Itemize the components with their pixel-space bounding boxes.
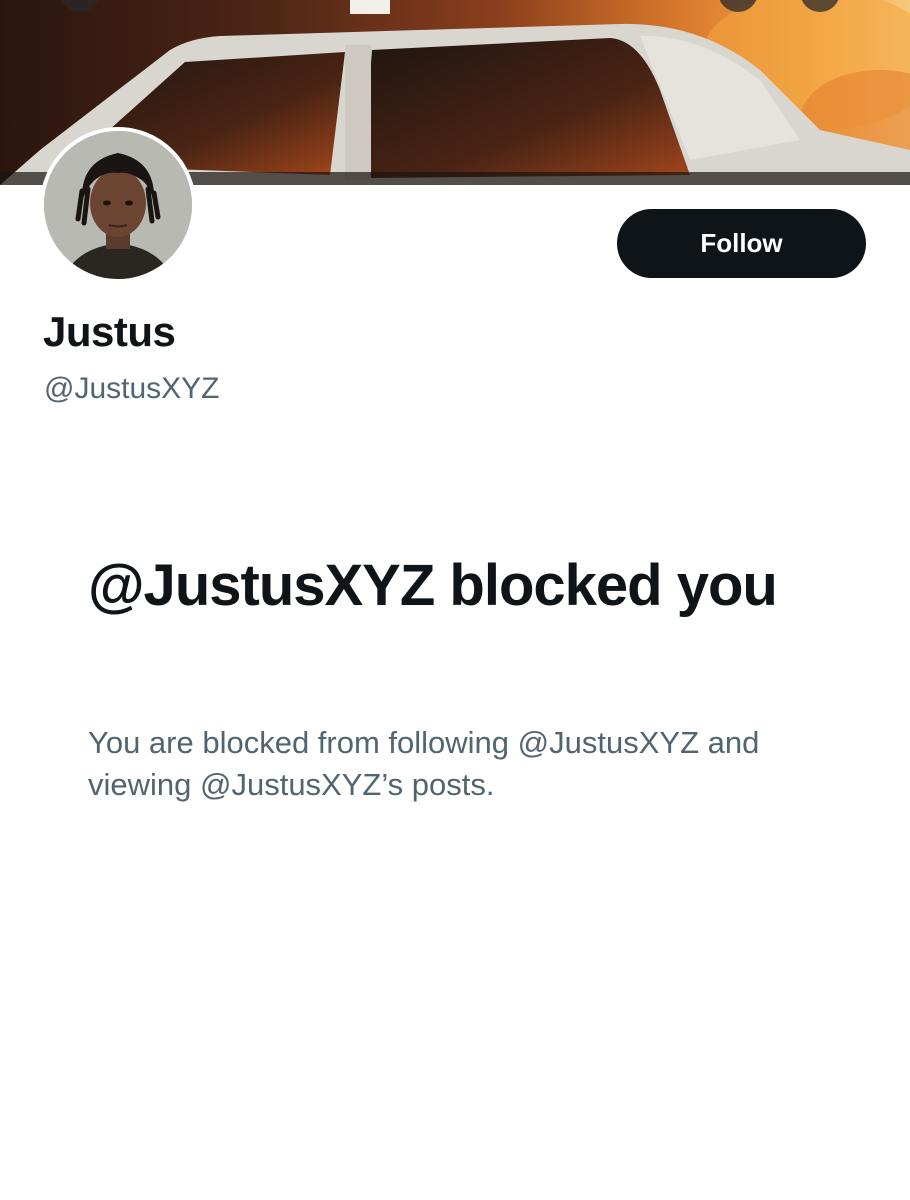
avatar[interactable] xyxy=(40,127,196,283)
blocked-title: @JustusXYZ blocked you xyxy=(88,553,778,618)
follow-button[interactable]: Follow xyxy=(617,209,866,278)
blocked-description: You are blocked from following @JustusXY… xyxy=(88,725,760,802)
avatar-image xyxy=(44,131,192,279)
profile-display-name: Justus xyxy=(43,308,176,355)
profile-handle: @JustusXYZ xyxy=(44,372,220,405)
